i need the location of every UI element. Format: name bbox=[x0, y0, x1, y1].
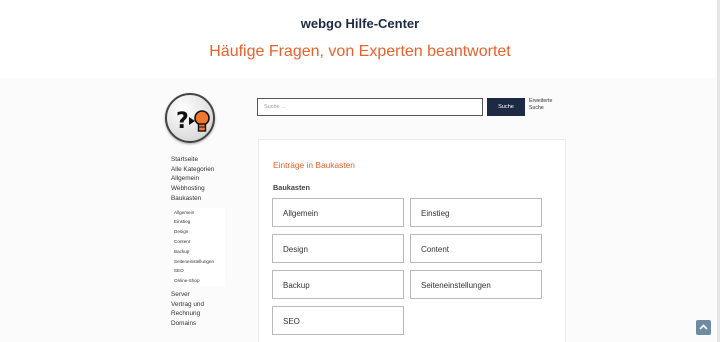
category-card-seo[interactable]: SEO bbox=[272, 306, 404, 335]
sidebar-subitem-allgemein[interactable]: Allgemein bbox=[174, 208, 225, 218]
sidebar-nav: Startseite Alle Kategorien Allgemein Web… bbox=[171, 155, 231, 329]
search-input[interactable]: Suche ... bbox=[257, 98, 483, 116]
page-heading: Einträge in Baukasten bbox=[273, 160, 355, 170]
category-card-content[interactable]: Content bbox=[410, 234, 542, 263]
sidebar-item-alle-kategorien[interactable]: Alle Kategorien bbox=[171, 165, 231, 175]
sidebar-subitem-content[interactable]: Content bbox=[174, 237, 225, 247]
sidebar-item-allgemein[interactable]: Allgemein bbox=[171, 174, 231, 184]
sidebar-item-domains[interactable]: Domains bbox=[171, 319, 231, 329]
search-button[interactable]: Suche bbox=[487, 98, 525, 116]
category-card-einstieg[interactable]: Einstieg bbox=[410, 198, 542, 227]
sidebar-item-baukasten[interactable]: Baukasten bbox=[171, 194, 231, 204]
sidebar-subitem-backup[interactable]: Backup bbox=[174, 247, 225, 257]
sidebar-subitem-einstieg[interactable]: Einstieg bbox=[174, 217, 225, 227]
sidebar-subitem-seiteneinstellungen[interactable]: Seiteneinstellungen bbox=[174, 257, 225, 267]
tagline: Häufige Fragen, von Experten beantwortet bbox=[209, 43, 511, 60]
question-lightbulb-icon[interactable]: ? bbox=[165, 93, 215, 143]
sidebar-item-startseite[interactable]: Startseite bbox=[171, 155, 231, 165]
section-title: Baukasten bbox=[273, 183, 310, 192]
chevron-up-icon bbox=[699, 324, 708, 330]
advanced-search-link[interactable]: Erweiterte Suche bbox=[529, 98, 559, 113]
svg-text:?: ? bbox=[176, 109, 189, 134]
advanced-search-label-line2: Suche bbox=[529, 105, 544, 112]
scroll-to-top-button[interactable] bbox=[696, 320, 711, 335]
advanced-search-label-line1: Erweiterte bbox=[529, 98, 553, 104]
category-card-design[interactable]: Design bbox=[272, 234, 404, 263]
sidebar-subnav-baukasten: Allgemein Einstieg Design Content Backup… bbox=[171, 207, 225, 286]
sidebar-item-vertrag-und-rechnung[interactable]: Vertrag und bbox=[171, 300, 231, 310]
sidebar-subitem-online-shop[interactable]: Online-Shop bbox=[174, 276, 225, 286]
sidebar-item-webhosting[interactable]: Webhosting bbox=[171, 184, 231, 194]
sidebar-subitem-seo[interactable]: SEO bbox=[174, 266, 225, 276]
site-title[interactable]: webgo Hilfe-Center bbox=[0, 16, 720, 31]
category-card-allgemein[interactable]: Allgemein bbox=[272, 198, 404, 227]
sidebar-item-server[interactable]: Server bbox=[171, 290, 231, 300]
category-card-seiteneinstellungen[interactable]: Seiteneinstellungen bbox=[410, 270, 542, 299]
category-card-backup[interactable]: Backup bbox=[272, 270, 404, 299]
sidebar-item-vertrag-und-rechnung-cont[interactable]: Rechnung bbox=[171, 309, 231, 319]
sidebar-subitem-design[interactable]: Design bbox=[174, 227, 225, 237]
